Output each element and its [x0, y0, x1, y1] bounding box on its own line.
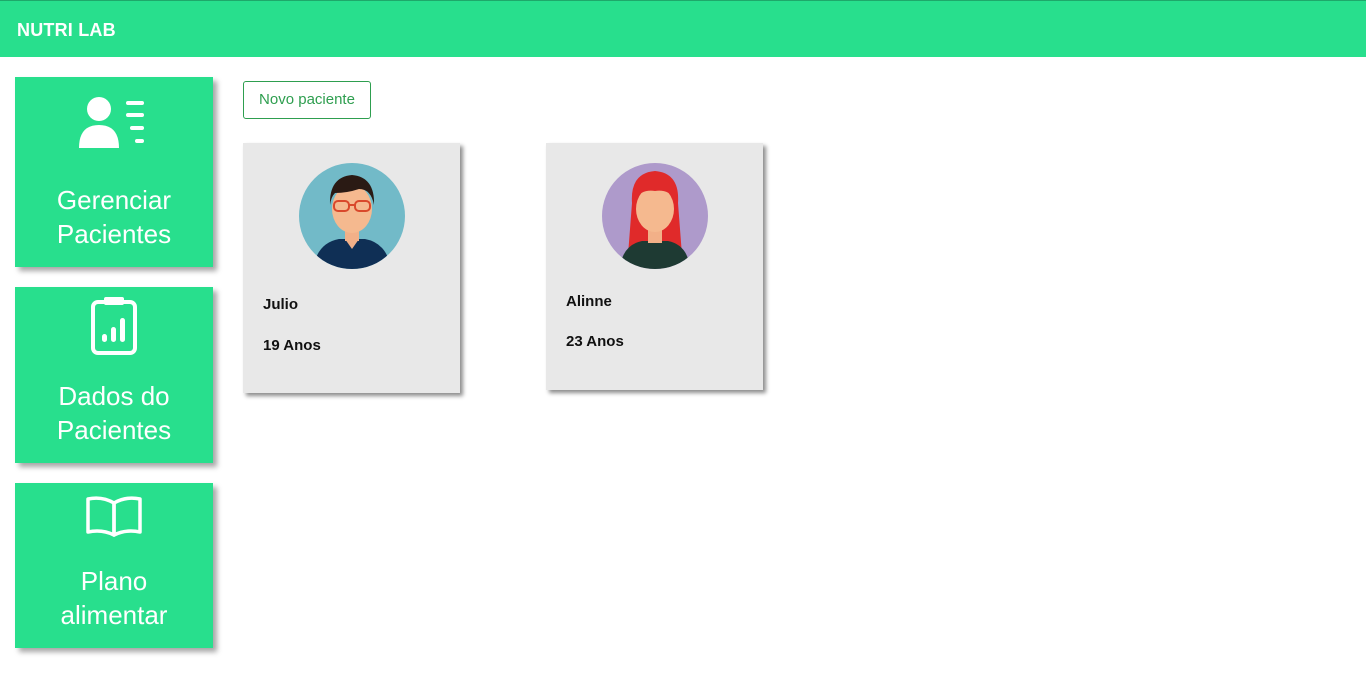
sidebar-item-label: Plano alimentar: [60, 566, 168, 630]
patient-name: Julio: [263, 296, 299, 313]
patient-age: 19 Anos: [263, 337, 321, 354]
sidebar-item-plano-alimentar[interactable]: Plano alimentar: [15, 483, 213, 648]
clipboard-chart-icon: [15, 296, 213, 356]
patient-age: 23 Anos: [566, 333, 624, 350]
sidebar-item-dados-do-pacientes[interactable]: Dados do Pacientes: [15, 287, 213, 463]
male-avatar-icon: [299, 163, 405, 269]
sidebar-item-label: Dados do Pacientes: [56, 381, 172, 445]
female-avatar-icon: [602, 163, 708, 269]
patient-card[interactable]: Alinne 23 Anos: [546, 143, 763, 390]
open-book-icon: [15, 495, 213, 537]
patient-list-icon: [15, 96, 213, 152]
patient-name: Alinne: [566, 293, 612, 310]
new-patient-button[interactable]: Novo paciente: [243, 81, 371, 119]
top-navbar: NUTRI LAB: [0, 0, 1366, 57]
sidebar-item-label: Gerenciar Pacientes: [56, 185, 172, 249]
sidebar-item-gerenciar-pacientes[interactable]: Gerenciar Pacientes: [15, 77, 213, 267]
brand-logo-text[interactable]: NUTRI LAB: [17, 20, 116, 41]
patient-card[interactable]: Julio 19 Anos: [243, 143, 460, 393]
